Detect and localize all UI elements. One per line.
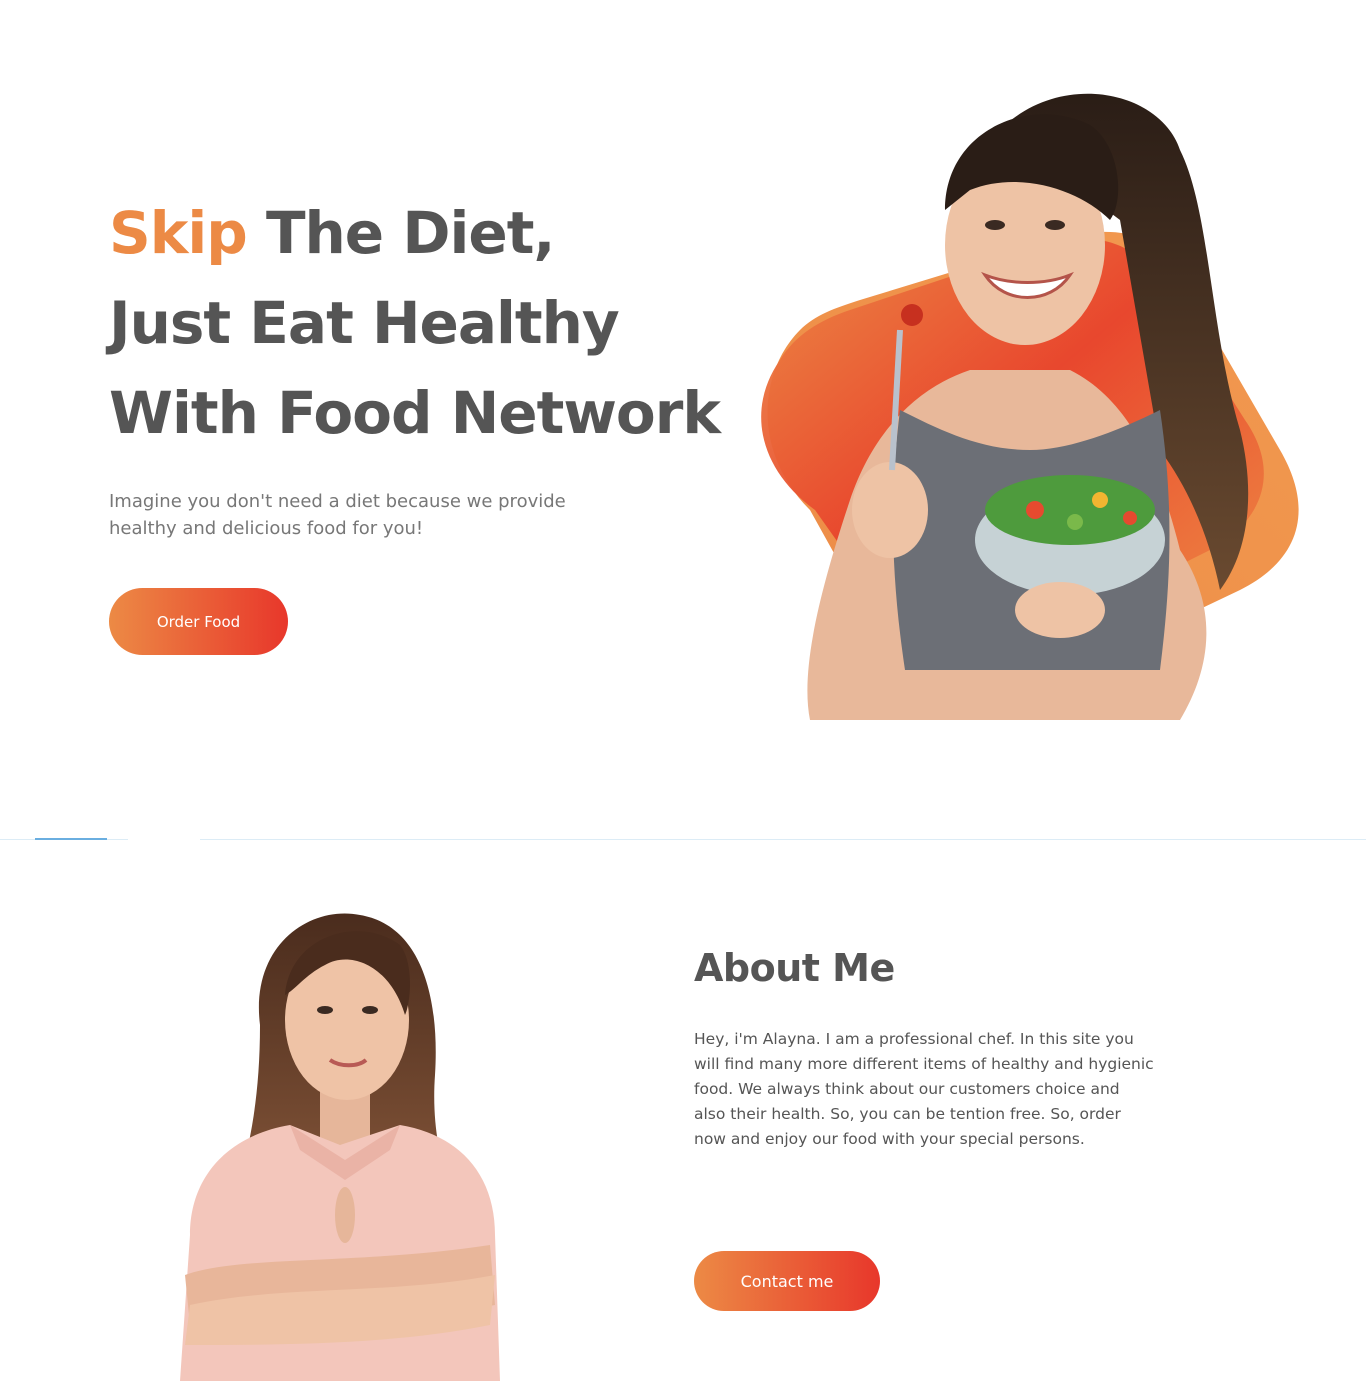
about-text: Hey, i'm Alayna. I am a professional che… [694,1030,1154,1148]
hero-title: Skip The Diet, Just Eat Healthy With Foo… [109,188,721,458]
section-divider [0,839,1366,840]
hero-title-line3: With Food Network [109,379,721,447]
hero-title-accent: Skip [109,199,248,267]
divider-gap [128,838,200,841]
about-title: About Me [694,946,895,990]
hero-title-line1: The Diet, [265,199,556,267]
chef-figure [180,913,500,1381]
hero-title-line2: Just Eat Healthy [109,289,620,357]
contact-me-button[interactable]: Contact me [694,1251,880,1311]
hero-subtitle: Imagine you don't need a diet because we… [109,491,566,539]
about-image [180,913,500,1381]
page: Skip The Diet, Just Eat Healthy With Foo… [0,0,1366,1381]
hero-image [761,93,1299,720]
order-food-button[interactable]: Order Food [109,588,288,655]
divider-accent [35,838,107,840]
